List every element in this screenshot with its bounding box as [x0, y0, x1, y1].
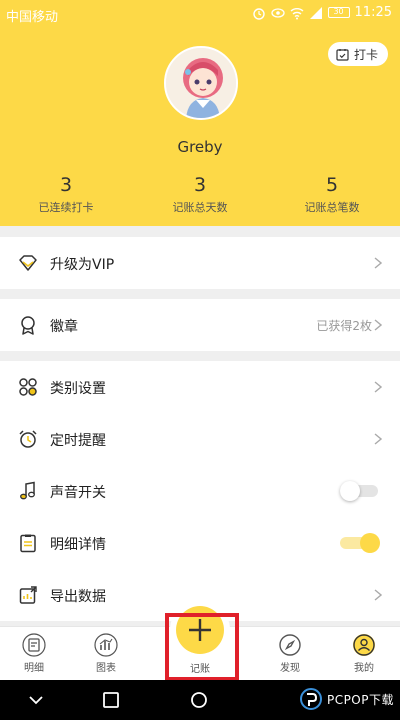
stat-value: 3 — [193, 174, 207, 196]
sound-toggle[interactable] — [340, 481, 380, 501]
tab-detail[interactable]: 明细 — [4, 633, 64, 674]
username: Greby — [177, 138, 223, 156]
ledger-icon — [22, 633, 46, 657]
music-note-icon — [20, 481, 35, 500]
menu-item-badge[interactable]: 徽章 已获得2枚 — [0, 299, 400, 351]
menu-item-sound: 声音开关 — [0, 465, 400, 517]
status-bar: 中国移动 30 11:25 — [0, 0, 400, 28]
export-icon — [19, 586, 37, 604]
chart-icon — [94, 633, 118, 657]
tab-label: 明细 — [24, 663, 44, 674]
stat-consecutive-checkin: 3 已连续打卡 — [6, 174, 126, 215]
badge-count: 已获得2枚 — [316, 319, 372, 333]
menu-item-detail: 明细详情 — [0, 517, 400, 569]
chevron-right-icon — [374, 257, 382, 269]
chevron-right-icon — [374, 381, 382, 393]
avatar[interactable] — [164, 46, 238, 120]
menu-label: 定时提醒 — [50, 433, 106, 449]
tab-label: 图表 — [96, 663, 116, 674]
tab-discover[interactable]: 发现 — [260, 633, 320, 674]
stat-label: 已连续打卡 — [38, 201, 94, 214]
menu-item-reminder[interactable]: 定时提醒 — [0, 413, 400, 465]
watermark: PCPOP下载 — [299, 688, 394, 710]
chevron-right-icon — [374, 589, 382, 601]
alarm-clock-icon — [19, 430, 37, 448]
signal-icon — [309, 6, 322, 19]
stat-value: 5 — [325, 174, 339, 196]
diamond-icon — [19, 255, 37, 271]
home-icon[interactable] — [190, 691, 208, 709]
toggle-knob — [360, 533, 380, 553]
checkin-label: 打卡 — [353, 47, 378, 62]
system-nav-bar: PCPOP下载 — [0, 680, 400, 720]
toggle-knob — [340, 481, 360, 501]
calendar-check-icon — [336, 48, 349, 61]
tab-mine[interactable]: 我的 — [334, 633, 394, 674]
status-time: 11:25 — [354, 5, 392, 20]
tab-label: 发现 — [280, 663, 300, 674]
category-grid-icon — [19, 378, 37, 396]
eye-icon — [270, 7, 285, 18]
menu-label: 徽章 — [50, 319, 78, 335]
menu-label: 类别设置 — [50, 381, 106, 397]
stat-label: 记账总天数 — [172, 201, 228, 214]
checkin-button[interactable]: 打卡 — [327, 42, 388, 66]
watermark-text: PCPOP下载 — [326, 692, 394, 707]
stat-value: 3 — [59, 174, 73, 196]
pcpop-logo-icon — [299, 688, 322, 710]
carrier-name: 中国移动 — [6, 10, 59, 25]
stat-label: 记账总笔数 — [304, 201, 360, 214]
clipboard-list-icon — [20, 534, 36, 553]
menu-label: 升级为VIP — [50, 257, 115, 273]
medal-icon — [21, 316, 35, 335]
wifi-icon — [290, 7, 303, 19]
detail-toggle[interactable] — [340, 533, 380, 553]
chevron-right-icon — [374, 319, 382, 331]
user-icon — [353, 634, 375, 656]
menu-label: 导出数据 — [50, 589, 106, 605]
menu-item-category-settings[interactable]: 类别设置 — [0, 361, 400, 413]
back-chevron-icon[interactable] — [28, 692, 44, 708]
stat-total-entries: 5 记账总笔数 — [272, 174, 392, 215]
chevron-right-icon — [374, 433, 382, 445]
menu-label: 声音开关 — [50, 485, 106, 501]
tab-label: 我的 — [354, 663, 374, 674]
menu-label: 明细详情 — [50, 537, 106, 553]
menu-item-vip[interactable]: 升级为VIP — [0, 237, 400, 289]
avatar-image — [166, 48, 236, 118]
highlight-box — [165, 613, 239, 681]
stat-total-days: 3 记账总天数 — [140, 174, 260, 215]
recent-apps-icon[interactable] — [102, 691, 120, 709]
compass-icon — [279, 634, 301, 656]
battery-indicator: 30 — [327, 7, 350, 18]
alarm-icon — [252, 7, 265, 20]
tab-chart[interactable]: 图表 — [76, 633, 136, 674]
profile-header: 中国移动 30 11:25 打卡 Greby 3 已连续打卡 3 记账总天数 5… — [0, 0, 400, 226]
